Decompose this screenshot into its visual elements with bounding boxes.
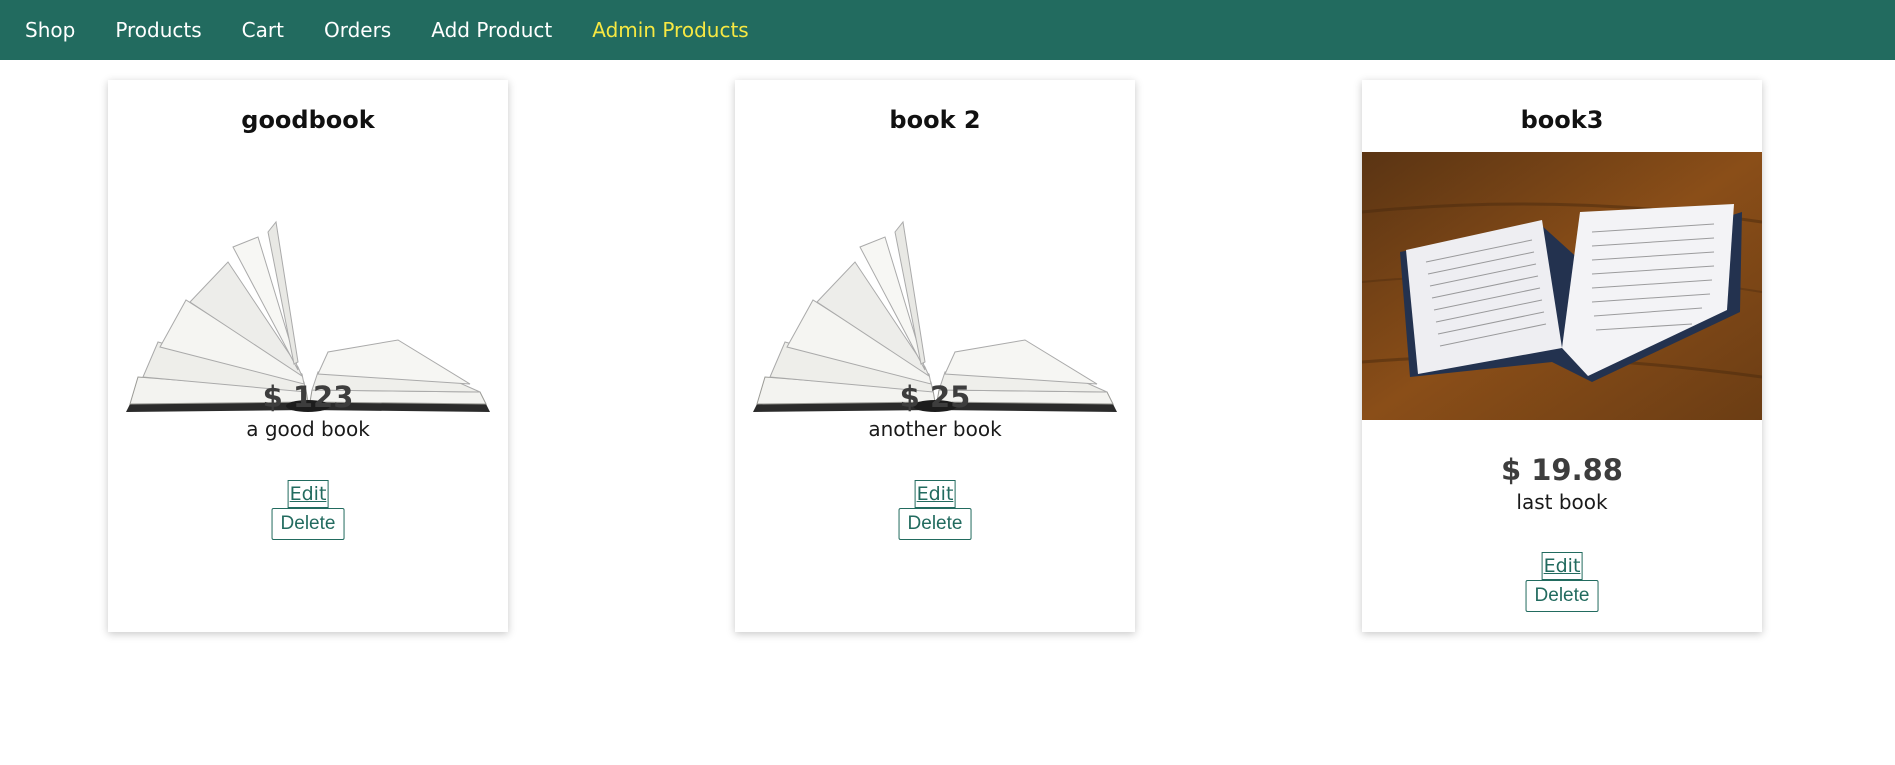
product-description: another book bbox=[868, 417, 1002, 441]
dictionary-photo bbox=[1362, 152, 1762, 420]
product-card: book 2 $ 25 another book Edit Delete bbox=[735, 80, 1135, 632]
edit-button[interactable]: Edit bbox=[914, 480, 956, 508]
delete-button[interactable]: Delete bbox=[271, 508, 345, 540]
nav-link-cart[interactable]: Cart bbox=[242, 18, 284, 42]
product-description: last book bbox=[1516, 490, 1608, 514]
product-price: $ 25 bbox=[899, 380, 971, 414]
nav-link-add-product[interactable]: Add Product bbox=[431, 18, 552, 42]
top-navigation: Shop Products Cart Orders Add Product Ad… bbox=[0, 0, 1895, 60]
product-price: $ 19.88 bbox=[1500, 453, 1623, 487]
edit-button[interactable]: Edit bbox=[1541, 552, 1583, 580]
product-title: book3 bbox=[1520, 106, 1604, 134]
nav-link-products[interactable]: Products bbox=[115, 18, 201, 42]
product-title: book 2 bbox=[889, 106, 981, 134]
delete-button[interactable]: Delete bbox=[898, 508, 972, 540]
nav-link-orders[interactable]: Orders bbox=[324, 18, 391, 42]
product-title: goodbook bbox=[241, 106, 375, 134]
product-price: $ 123 bbox=[262, 380, 354, 414]
nav-link-shop[interactable]: Shop bbox=[25, 18, 75, 42]
product-card: goodbook $ 123 a good book Edit Delete bbox=[108, 80, 508, 632]
product-card: book3 $ 19.88 last book Edit Delete bbox=[1362, 80, 1762, 632]
delete-button[interactable]: Delete bbox=[1525, 580, 1599, 612]
edit-button[interactable]: Edit bbox=[287, 480, 329, 508]
nav-link-admin-products[interactable]: Admin Products bbox=[592, 18, 748, 42]
product-description: a good book bbox=[246, 417, 370, 441]
